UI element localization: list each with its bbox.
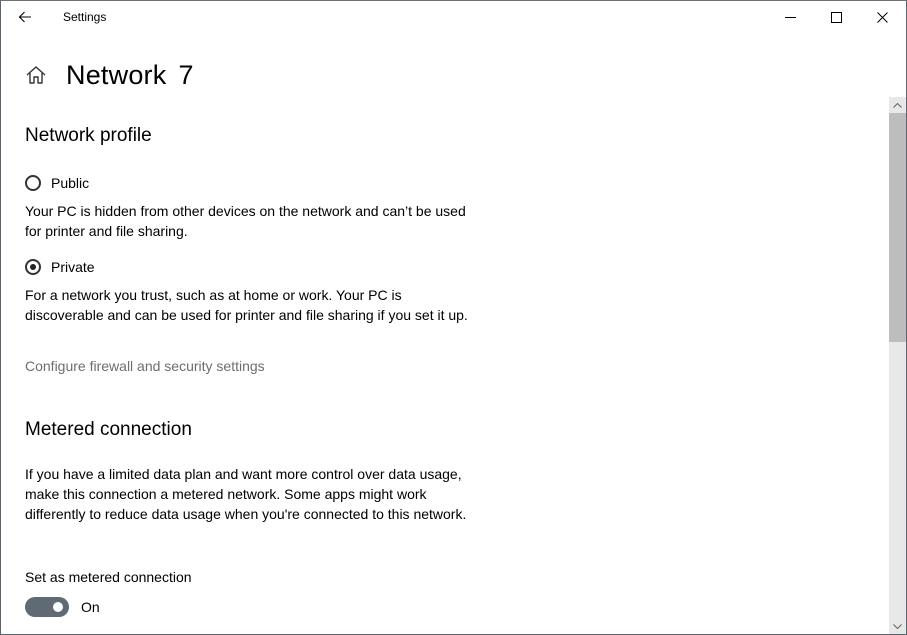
page-header: Network 7 — [25, 57, 194, 93]
private-description: For a network you trust, such as at home… — [25, 287, 468, 323]
minimize-icon — [784, 16, 796, 18]
radio-public[interactable]: Public — [25, 175, 89, 191]
page-title: Network 7 — [66, 60, 194, 91]
network-profile-heading: Network profile — [25, 125, 152, 146]
toggle-switch[interactable] — [25, 597, 69, 617]
page-title-text: Network — [66, 59, 167, 90]
back-button[interactable] — [9, 3, 41, 31]
home-icon[interactable] — [25, 64, 47, 86]
chevron-up-icon — [893, 102, 902, 108]
radio-public-label: Public — [51, 175, 90, 191]
radio-private-label: Private — [51, 259, 95, 275]
maximize-icon — [830, 11, 842, 23]
configure-firewall-link[interactable]: Configure firewall and security settings — [25, 358, 265, 374]
scroll-up-button[interactable] — [889, 97, 906, 113]
arrow-left-icon — [18, 11, 31, 23]
metered-connection-heading: Metered connection — [25, 419, 192, 440]
chevron-down-icon — [893, 623, 902, 629]
radio-private-circle[interactable] — [25, 259, 41, 275]
radio-private[interactable]: Private — [25, 259, 95, 275]
scroll-thumb[interactable] — [889, 113, 906, 342]
settings-window: Settings Network 7 Network profile Public — [0, 0, 907, 635]
minimize-button[interactable] — [767, 1, 813, 33]
close-icon — [876, 11, 888, 23]
radio-public-circle[interactable] — [25, 175, 41, 191]
metered-toggle-label: Set as metered connection — [25, 569, 192, 585]
page-title-number: 7 — [178, 59, 194, 90]
public-description: Your PC is hidden from other devices on … — [25, 203, 466, 239]
metered-description: If you have a limited data plan and want… — [25, 466, 467, 522]
app-title: Settings — [63, 10, 107, 24]
toggle-state-label: On — [81, 599, 100, 615]
vertical-scrollbar[interactable] — [889, 97, 906, 634]
maximize-button[interactable] — [813, 1, 859, 33]
scroll-down-button[interactable] — [889, 618, 906, 634]
close-button[interactable] — [859, 1, 905, 33]
title-bar: Settings — [1, 1, 906, 33]
metered-toggle[interactable]: On — [25, 597, 100, 617]
